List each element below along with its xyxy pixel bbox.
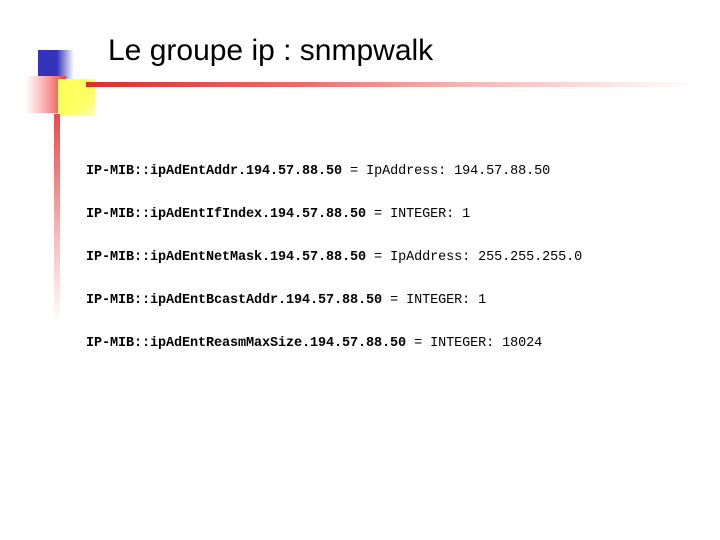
snmp-entry: IP-MIB::ipAdEntReasmMaxSize.194.57.88.50… <box>86 334 686 354</box>
snmp-value: IpAddress: 194.57.88.50 <box>366 164 551 179</box>
snmp-separator: = <box>382 293 407 308</box>
decoration-vertical-rule <box>54 114 60 324</box>
snmp-value: INTEGER: 18024 <box>430 336 543 351</box>
snmp-entry: IP-MIB::ipAdEntAddr.194.57.88.50 = IpAdd… <box>86 162 686 182</box>
snmp-value: INTEGER: 1 <box>390 207 471 222</box>
snmp-entry: IP-MIB::ipAdEntIfIndex.194.57.88.50 = IN… <box>86 205 686 225</box>
snmp-value: INTEGER: 1 <box>406 293 487 308</box>
snmp-separator: = <box>366 250 391 265</box>
slide-title: Le groupe ip : snmpwalk <box>108 34 434 67</box>
snmp-oid: IP-MIB::ipAdEntBcastAddr.194.57.88.50 <box>86 293 383 308</box>
snmp-separator: = <box>342 164 367 179</box>
snmp-oid: IP-MIB::ipAdEntNetMask.194.57.88.50 <box>86 250 367 265</box>
snmpwalk-output: IP-MIB::ipAdEntAddr.194.57.88.50 = IpAdd… <box>86 162 686 354</box>
snmp-entry: IP-MIB::ipAdEntNetMask.194.57.88.50 = Ip… <box>86 248 686 268</box>
presentation-slide: Le groupe ip : snmpwalk IP-MIB::ipAdEntA… <box>0 0 720 540</box>
snmp-oid: IP-MIB::ipAdEntIfIndex.194.57.88.50 <box>86 207 367 222</box>
snmp-oid: IP-MIB::ipAdEntReasmMaxSize.194.57.88.50 <box>86 336 407 351</box>
snmp-entry: IP-MIB::ipAdEntBcastAddr.194.57.88.50 = … <box>86 291 686 311</box>
snmp-oid: IP-MIB::ipAdEntAddr.194.57.88.50 <box>86 164 343 179</box>
snmp-separator: = <box>366 207 391 222</box>
decoration-horizontal-rule <box>86 82 696 87</box>
snmp-value: IpAddress: 255.255.255.0 <box>390 250 583 265</box>
snmp-separator: = <box>406 336 431 351</box>
